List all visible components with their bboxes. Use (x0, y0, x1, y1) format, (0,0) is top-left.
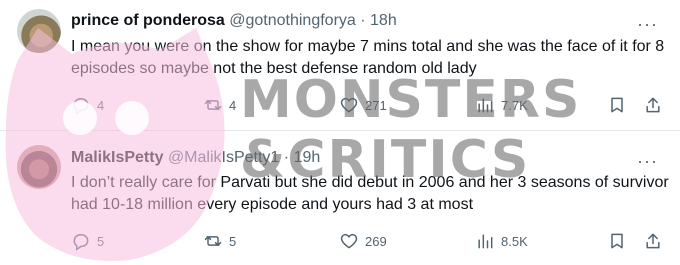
share-icon (646, 233, 660, 249)
reply-button[interactable]: 5 (71, 231, 104, 251)
retweet-button[interactable]: 4 (203, 95, 236, 115)
avatar[interactable] (17, 9, 61, 53)
timestamp[interactable]: 19h (294, 149, 321, 166)
view-count: 8.5K (501, 233, 528, 249)
action-bar: 4 4 271 7.7K (71, 95, 671, 119)
share-button[interactable] (643, 95, 663, 115)
like-icon (340, 97, 358, 113)
display-name[interactable]: MalikIsPetty (71, 149, 163, 166)
like-button[interactable]: 269 (339, 231, 387, 251)
views-icon (478, 234, 493, 249)
share-icon (646, 97, 660, 113)
reply-count: 4 (97, 97, 105, 113)
bookmark-button[interactable] (607, 95, 627, 115)
tweet[interactable]: prince of ponderosa @gotnothingforya · 1… (0, 0, 680, 131)
views-button[interactable]: 8.5K (475, 231, 528, 251)
retweet-button[interactable]: 5 (203, 231, 236, 251)
retweet-icon (204, 100, 222, 110)
retweet-icon (204, 236, 222, 246)
bookmark-icon (611, 97, 623, 113)
avatar[interactable] (17, 145, 61, 189)
separator: · (283, 149, 290, 166)
share-button[interactable] (643, 231, 663, 251)
display-name[interactable]: prince of ponderosa (71, 12, 225, 29)
like-count: 271 (365, 97, 387, 113)
reply-icon (73, 234, 89, 251)
more-icon[interactable]: ··· (637, 14, 658, 35)
tweet-header: prince of ponderosa @gotnothingforya · 1… (71, 11, 397, 31)
retweet-count: 4 (229, 97, 237, 113)
bookmark-icon (611, 233, 623, 249)
action-bar: 5 5 269 8.5K (71, 231, 671, 255)
user-handle[interactable]: @gotnothingforya (229, 12, 356, 29)
views-icon (478, 98, 493, 113)
tweet-header: MalikIsPetty @MalikIsPetty1 · 19h (71, 148, 320, 168)
tweet[interactable]: MalikIsPetty @MalikIsPetty1 · 19h ··· I … (0, 131, 680, 265)
separator: · (360, 12, 366, 29)
like-count: 269 (365, 233, 387, 249)
tweet-text: I don’t really care for Parvati but she … (71, 174, 669, 213)
tweet-text: I mean you were on the show for maybe 7 … (71, 38, 665, 77)
reply-button[interactable]: 4 (71, 95, 104, 115)
like-icon (340, 233, 358, 249)
retweet-count: 5 (229, 233, 237, 249)
like-button[interactable]: 271 (339, 95, 387, 115)
views-button[interactable]: 7.7K (475, 95, 528, 115)
reply-icon (73, 98, 89, 115)
view-count: 7.7K (501, 97, 528, 113)
reply-count: 5 (97, 233, 105, 249)
bookmark-button[interactable] (607, 231, 627, 251)
user-handle[interactable]: @MalikIsPetty1 (168, 149, 279, 166)
timestamp[interactable]: 18h (370, 12, 397, 29)
more-icon[interactable]: ··· (637, 151, 658, 172)
